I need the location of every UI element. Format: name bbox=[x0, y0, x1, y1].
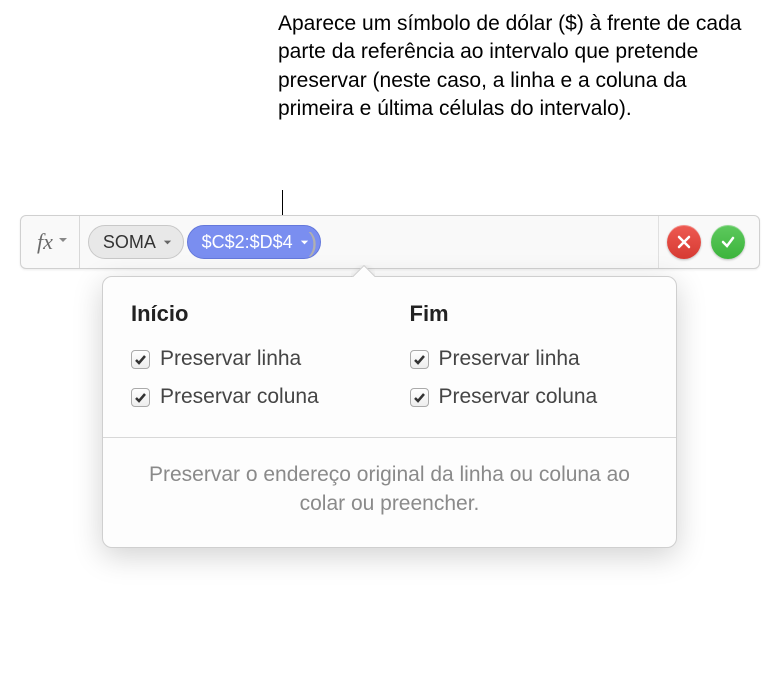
cancel-button[interactable] bbox=[667, 225, 701, 259]
end-column: Fim Preservar linha Preservar coluna bbox=[410, 301, 649, 409]
checkbox-label: Preservar coluna bbox=[160, 385, 319, 409]
formula-bar: fx SOMA ( $C$2:$D$4 ) bbox=[20, 215, 760, 269]
end-title: Fim bbox=[410, 301, 649, 327]
start-title: Início bbox=[131, 301, 370, 327]
checkbox-icon bbox=[131, 388, 150, 407]
formula-actions bbox=[658, 216, 753, 268]
end-preserve-row-checkbox[interactable]: Preservar linha bbox=[410, 347, 649, 371]
formula-input[interactable]: SOMA ( $C$2:$D$4 ) bbox=[80, 225, 658, 259]
fx-menu[interactable]: fx bbox=[27, 216, 80, 268]
confirm-button[interactable] bbox=[711, 225, 745, 259]
start-preserve-col-checkbox[interactable]: Preservar coluna bbox=[131, 385, 370, 409]
check-icon bbox=[720, 234, 736, 250]
chevron-down-icon bbox=[162, 237, 173, 248]
checkbox-icon bbox=[410, 350, 429, 369]
chevron-down-icon bbox=[57, 233, 69, 251]
reference-options-popover: Início Preservar linha Preservar coluna … bbox=[102, 276, 677, 548]
checkbox-label: Preservar linha bbox=[439, 347, 580, 371]
popover-arrow bbox=[351, 265, 375, 277]
checkbox-icon bbox=[131, 350, 150, 369]
popover-footer-text: Preservar o endereço original da linha o… bbox=[103, 437, 676, 547]
fx-label: fx bbox=[37, 229, 53, 255]
end-preserve-col-checkbox[interactable]: Preservar coluna bbox=[410, 385, 649, 409]
function-token[interactable]: SOMA bbox=[88, 225, 184, 259]
annotation-text: Aparece um símbolo de dólar ($) à frente… bbox=[278, 10, 758, 123]
reference-token[interactable]: $C$2:$D$4 bbox=[187, 225, 321, 259]
start-preserve-row-checkbox[interactable]: Preservar linha bbox=[131, 347, 370, 371]
reference-token-label: $C$2:$D$4 bbox=[202, 232, 293, 253]
function-token-label: SOMA bbox=[103, 232, 156, 253]
checkbox-label: Preservar coluna bbox=[439, 385, 598, 409]
start-column: Início Preservar linha Preservar coluna bbox=[131, 301, 370, 409]
checkbox-icon bbox=[410, 388, 429, 407]
close-paren: ) bbox=[309, 227, 318, 258]
popover-body: Início Preservar linha Preservar coluna … bbox=[103, 277, 676, 437]
close-icon bbox=[676, 234, 692, 250]
checkbox-label: Preservar linha bbox=[160, 347, 301, 371]
